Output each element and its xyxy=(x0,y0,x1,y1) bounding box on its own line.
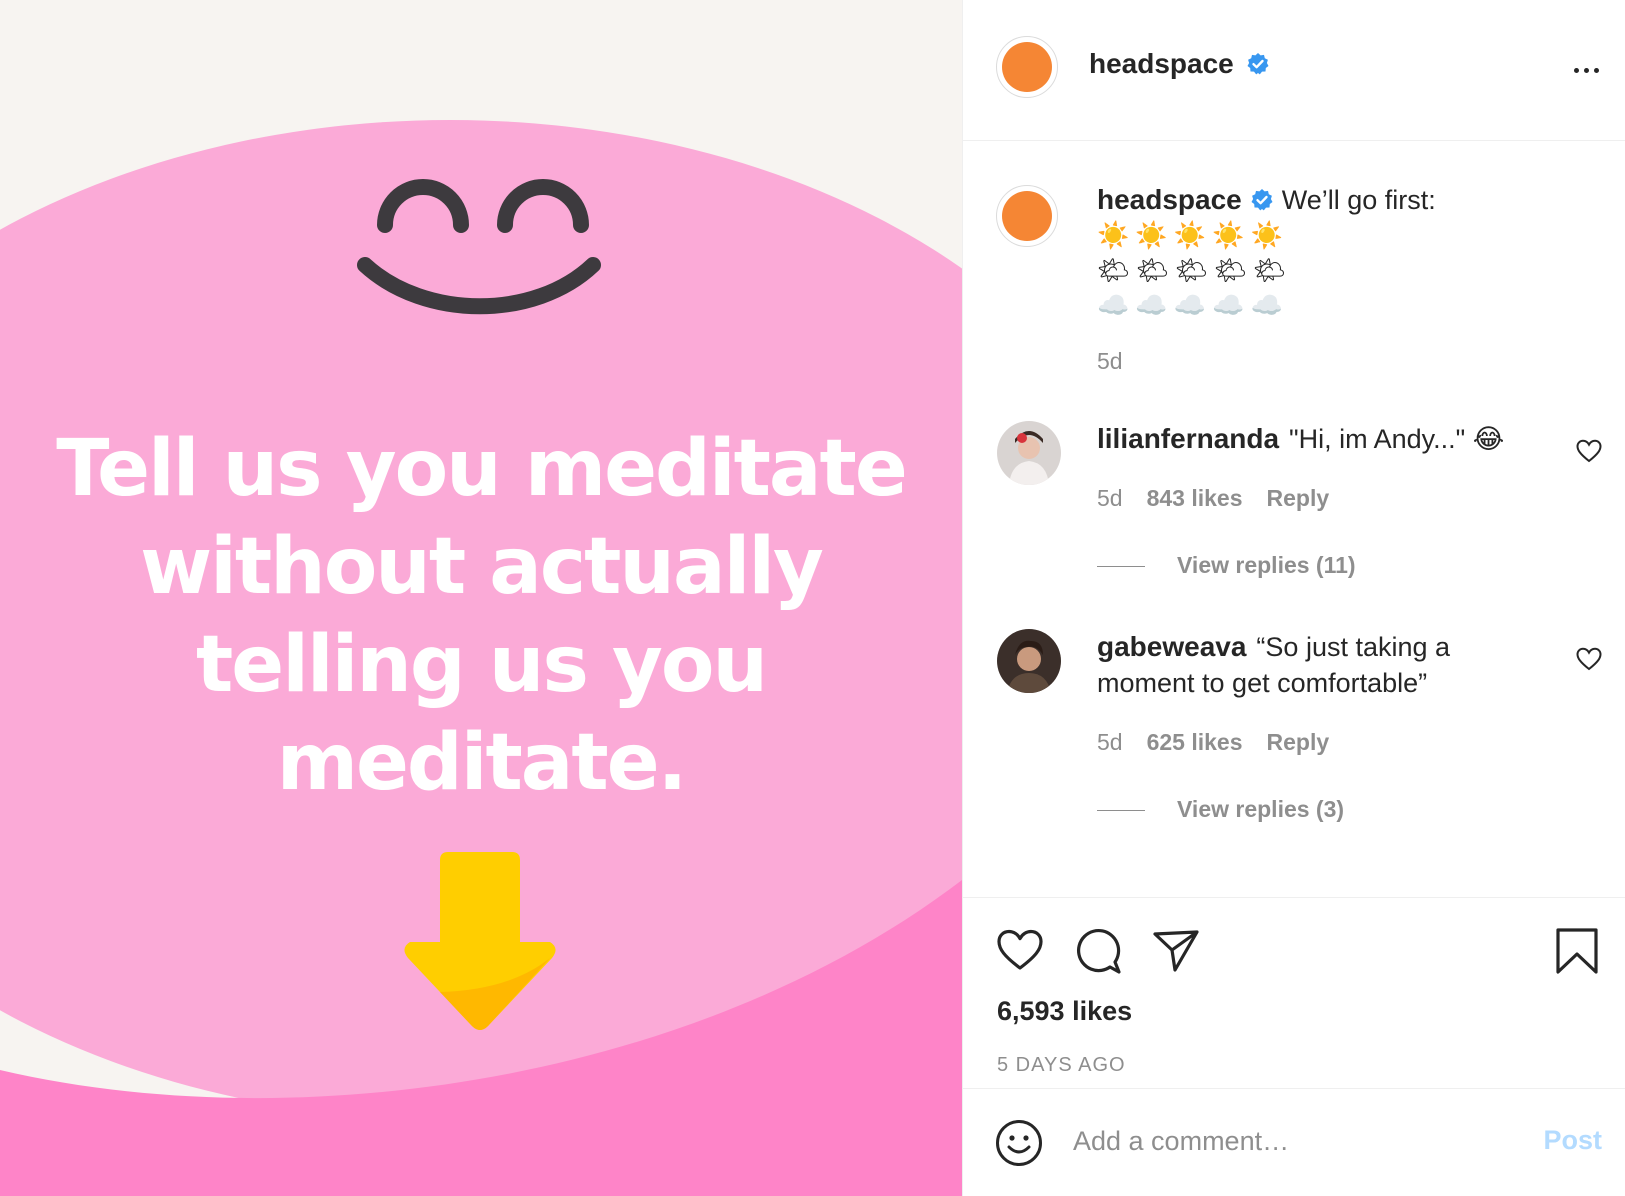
comment-text: "Hi, im Andy..." 😂 xyxy=(1289,424,1505,454)
comment-text-block: lilianfernanda "Hi, im Andy..." 😂 xyxy=(1097,421,1537,457)
weather-row-partly-cloudy: 🌤🌤🌤🌤🌤 xyxy=(1097,255,1293,285)
comment-likes[interactable]: 843 likes xyxy=(1147,485,1243,511)
avatar[interactable] xyxy=(997,421,1061,485)
comment-time[interactable]: 5d xyxy=(1097,485,1123,511)
comment-username[interactable]: gabeweava xyxy=(1097,631,1246,662)
comment-meta: 5d 843 likes Reply xyxy=(1097,485,1353,512)
verified-badge-icon xyxy=(1247,53,1269,75)
emoji-icon[interactable] xyxy=(995,1119,1043,1167)
caption-text-block: headspace We’ll go first: ☀️☀️☀️☀️☀️ 🌤🌤🌤… xyxy=(1097,182,1557,323)
post-actions: 6,593 likes 5 DAYS AGO xyxy=(963,898,1625,1089)
comment-meta: 5d 625 likes Reply xyxy=(1097,729,1353,756)
down-arrow-icon xyxy=(404,852,556,1030)
comment-time[interactable]: 5d xyxy=(1097,729,1123,755)
caption-text: We’ll go first: xyxy=(1281,185,1436,215)
comment-like-icon[interactable] xyxy=(1576,647,1602,671)
post-side-panel: headspace headspace We’ll go first: ☀️☀️… xyxy=(962,0,1625,1196)
avatar[interactable] xyxy=(997,629,1061,693)
bookmark-icon[interactable] xyxy=(1552,926,1602,976)
reply-button[interactable]: Reply xyxy=(1267,485,1330,511)
avatar[interactable] xyxy=(996,36,1058,98)
comment-text-block: gabeweava “So just taking a moment to get… xyxy=(1097,629,1517,701)
caption-username[interactable]: headspace xyxy=(1097,184,1242,215)
headline-line: telling us you xyxy=(196,620,768,710)
divider-line xyxy=(1097,810,1145,812)
verified-badge-icon xyxy=(1251,189,1273,211)
view-replies-label: View replies (3) xyxy=(1177,796,1345,822)
add-comment-bar: Post xyxy=(963,1089,1625,1196)
view-replies-button[interactable]: View replies (11) xyxy=(1097,552,1356,579)
caption-time[interactable]: 5d xyxy=(1097,348,1123,375)
view-replies-button[interactable]: View replies (3) xyxy=(1097,796,1344,823)
post-date[interactable]: 5 DAYS AGO xyxy=(997,1054,1126,1077)
share-icon[interactable] xyxy=(1151,926,1201,976)
headline-line: meditate. xyxy=(276,718,688,808)
comments-list[interactable]: headspace We’ll go first: ☀️☀️☀️☀️☀️ 🌤🌤🌤… xyxy=(963,141,1625,898)
comment-like-icon[interactable] xyxy=(1576,439,1602,463)
avatar[interactable] xyxy=(996,185,1058,247)
headline-line: Tell us you meditate xyxy=(56,424,907,514)
smile-face-icon xyxy=(357,179,601,315)
post-header: headspace xyxy=(963,0,1625,141)
reply-button[interactable]: Reply xyxy=(1267,729,1330,755)
comment-likes[interactable]: 625 likes xyxy=(1147,729,1243,755)
heart-icon[interactable] xyxy=(995,926,1045,976)
header-user: headspace xyxy=(1089,48,1270,80)
more-options-icon[interactable] xyxy=(1574,60,1604,73)
likes-count[interactable]: 6,593 likes xyxy=(997,996,1132,1027)
post-button[interactable]: Post xyxy=(1543,1125,1602,1156)
divider-line xyxy=(1097,566,1145,568)
comment-username[interactable]: lilianfernanda xyxy=(1097,423,1279,454)
headline-line: without actually xyxy=(140,522,824,612)
post-headline: Tell us you meditate without actually te… xyxy=(0,420,962,812)
post-image[interactable]: Tell us you meditate without actually te… xyxy=(0,0,962,1196)
header-username[interactable]: headspace xyxy=(1089,48,1234,79)
comment-icon[interactable] xyxy=(1073,926,1123,976)
view-replies-label: View replies (11) xyxy=(1177,552,1356,578)
weather-row-sun: ☀️☀️☀️☀️☀️ xyxy=(1097,220,1289,250)
weather-row-cloud: ☁️☁️☁️☁️☁️ xyxy=(1097,290,1289,320)
comment-input[interactable] xyxy=(1071,1115,1505,1167)
